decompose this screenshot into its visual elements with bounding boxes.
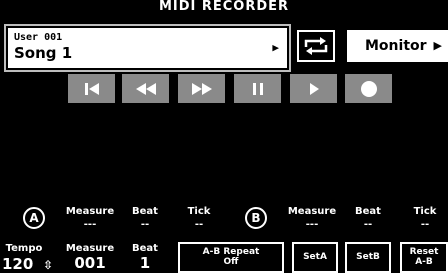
marker-a-measure-label: Measure [65,206,115,217]
set-a-button[interactable]: SetA [292,242,338,273]
rewind-button[interactable] [122,74,169,103]
monitor-label: Monitor [365,38,427,54]
marker-b-tick-label: Tick [413,206,437,217]
reset-ab-button[interactable]: Reset A-B [400,242,448,273]
set-b-button[interactable]: SetB [345,242,391,273]
pause-icon [252,82,263,95]
fast-forward-button[interactable] [178,74,225,103]
song-selector[interactable]: User 001 Song 1 ▶ [4,24,291,72]
song-name: Song 1 [14,44,73,62]
marker-a-measure-value: --- [83,219,97,230]
tempo-control[interactable]: 120 ⇳ [2,254,62,273]
record-button[interactable] [345,74,392,103]
marker-a-tick-label: Tick [187,206,211,217]
play-icon [309,82,319,95]
song-user-label: User 001 [14,32,63,43]
marker-a-tick-value: -- [194,219,204,230]
stepper-icon: ⇳ [42,258,54,272]
marker-b-beat-label: Beat [355,206,381,217]
marker-b-beat-value: -- [363,219,373,230]
tempo-value: 120 [2,255,34,273]
window-title: MIDI RECORDER [158,0,290,14]
repeat-icon [304,37,328,55]
skip-to-start-button[interactable] [68,74,115,103]
set-a-label: SetA [303,252,327,262]
ab-repeat-button[interactable]: A-B Repeat Off [178,242,284,273]
position-measure-label: Measure [65,243,115,254]
loop-button[interactable] [297,30,335,62]
fast-forward-icon [191,82,212,95]
tempo-label: Tempo [5,243,43,254]
rewind-icon [135,82,156,95]
position-beat-label: Beat [132,243,158,254]
marker-b-tick-value: -- [420,219,430,230]
position-beat-value: 1 [139,254,151,272]
position-measure-value: 001 [74,254,106,272]
chevron-right-icon: ▶ [272,41,279,54]
play-button[interactable] [290,74,337,103]
marker-a-badge: A [23,207,45,229]
marker-b-measure-label: Measure [287,206,337,217]
monitor-button[interactable]: Monitor ▶ [347,30,448,62]
marker-b-badge: B [245,207,267,229]
ab-repeat-state: Off [223,257,239,267]
marker-a-beat-label: Beat [132,206,158,217]
reset-ab-label-line2: A-B [415,257,433,267]
set-b-label: SetB [356,252,380,262]
pause-button[interactable] [234,74,281,103]
marker-a-beat-value: -- [140,219,150,230]
skip-to-start-icon [84,82,99,95]
record-icon [360,80,377,97]
marker-b-measure-value: --- [305,219,319,230]
ab-repeat-label: A-B Repeat [202,247,260,257]
reset-ab-label-line1: Reset [409,247,439,257]
chevron-right-icon: ▶ [433,39,442,52]
